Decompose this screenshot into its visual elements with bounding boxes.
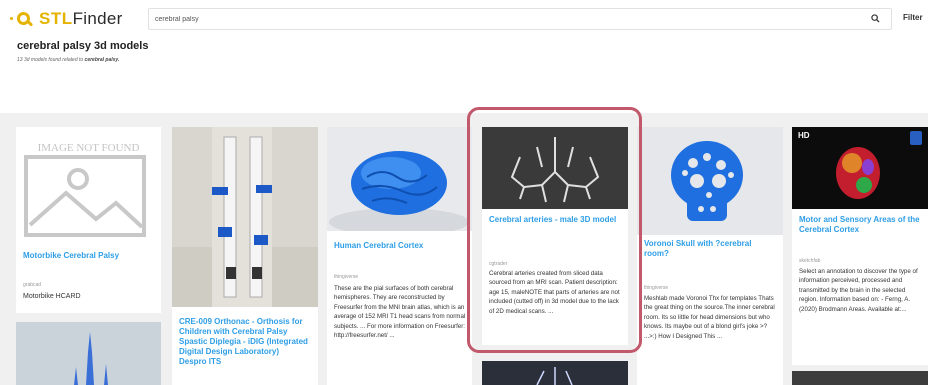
card-thumbnail: HD <box>792 127 928 209</box>
top-bar: STL Finder Filter <box>0 0 928 36</box>
card-author: Motorbike HCARD <box>23 293 81 300</box>
result-card[interactable]: IMAGE NOT FOUND Motorbike Cerebral Palsy… <box>16 127 161 313</box>
card-thumbnail <box>172 127 318 307</box>
result-card[interactable]: CRE-009 Orthonac - Orthosis for Children… <box>172 127 318 385</box>
page-title: cerebral palsy 3d models <box>17 40 149 52</box>
svg-text:HD: HD <box>798 131 810 140</box>
card-thumbnail <box>16 322 161 385</box>
card-description: Cerebral arteries created from sliced da… <box>489 270 620 315</box>
card-description: These are the pial surfaces of both cere… <box>334 285 466 340</box>
card-title[interactable]: Cerebral arteries - male 3D model <box>489 215 622 225</box>
results-count: 13 3d models found related to cerebral p… <box>17 57 120 63</box>
filter-button[interactable]: Filter <box>903 13 923 22</box>
search-input[interactable] <box>148 8 892 30</box>
result-card[interactable]: HD Motor and Sensory Areas of the Cerebr… <box>792 127 928 365</box>
logo-stl-text: STL <box>39 9 73 28</box>
card-source: sketchfab <box>799 258 821 264</box>
result-card[interactable]: Human Cerebral Cortex thingiverse These … <box>327 127 472 385</box>
card-source: thingiverse <box>334 274 359 280</box>
card-thumbnail <box>482 127 628 209</box>
card-thumbnail <box>637 127 783 235</box>
image-not-found-text: IMAGE NOT FOUND <box>37 142 140 154</box>
result-card[interactable] <box>16 322 161 385</box>
image-not-found-placeholder: IMAGE NOT FOUND <box>16 127 161 243</box>
card-source: thingiverse <box>644 285 669 291</box>
result-card[interactable]: Cerebral arteries - male 3D model cgtrad… <box>482 127 628 345</box>
card-description: Select an annotation to discover the typ… <box>799 268 918 313</box>
card-title[interactable]: CRE-009 Orthonac - Orthosis for Children… <box>179 317 308 367</box>
card-title[interactable]: Motor and Sensory Areas of the Cerebral … <box>799 215 922 235</box>
card-thumbnail <box>327 127 472 236</box>
card-thumbnail <box>482 361 628 385</box>
card-title[interactable]: Motorbike Cerebral Palsy <box>23 251 155 261</box>
card-description: Meshlab made Voronoi Thx for templates T… <box>644 295 775 340</box>
result-card[interactable]: Voronoi Skull with ?cerebral room? thing… <box>637 127 783 385</box>
result-card[interactable] <box>482 361 628 385</box>
card-title[interactable]: Voronoi Skull with ?cerebral room? <box>644 239 775 259</box>
card-source: grabcad <box>23 282 42 288</box>
card-title[interactable]: Human Cerebral Cortex <box>334 241 466 251</box>
card-source: cgtrader <box>489 261 508 267</box>
card-thumbnail <box>792 371 928 385</box>
magnifier-logo-icon <box>10 10 34 28</box>
result-card[interactable] <box>792 371 928 385</box>
logo-finder-text: Finder <box>72 9 123 28</box>
search-icon[interactable] <box>871 14 880 23</box>
stlfinder-logo[interactable]: STL Finder <box>10 9 123 29</box>
